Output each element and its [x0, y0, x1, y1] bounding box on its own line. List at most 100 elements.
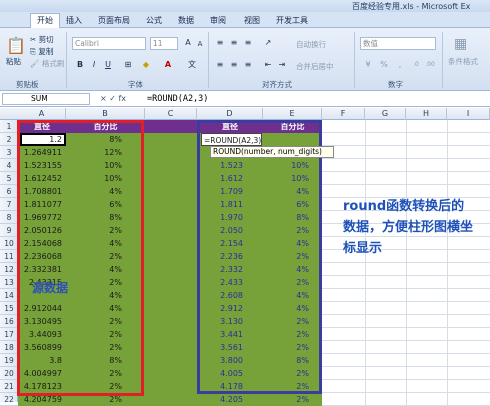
percent-icon[interactable]: %: [378, 59, 390, 71]
copy-button[interactable]: ⎘ 复制: [30, 46, 53, 57]
row-header-22[interactable]: 22: [0, 393, 18, 406]
row-header-7[interactable]: 7: [0, 198, 18, 211]
tab-insert[interactable]: 插入: [66, 14, 82, 28]
increase-indent-icon[interactable]: ⇥: [276, 59, 288, 71]
increase-decimal-icon[interactable]: .0: [410, 59, 422, 71]
font-group-label: 字体: [128, 80, 143, 89]
column-header-d[interactable]: D: [197, 108, 263, 120]
conditional-format-button[interactable]: 条件格式: [448, 56, 478, 67]
row-header-15[interactable]: 15: [0, 302, 18, 315]
row-header-18[interactable]: 18: [0, 341, 18, 354]
row-header-14[interactable]: 14: [0, 289, 18, 302]
row-header-17[interactable]: 17: [0, 328, 18, 341]
fill-color-icon[interactable]: ◆: [140, 59, 152, 71]
row-header-1[interactable]: 1: [0, 120, 18, 133]
tab-view[interactable]: 视图: [244, 14, 260, 28]
currency-icon[interactable]: ¥: [362, 59, 374, 71]
grow-font-icon[interactable]: A: [182, 37, 194, 49]
name-box[interactable]: SUM: [2, 93, 90, 105]
separator: [354, 32, 355, 88]
column-header-i[interactable]: I: [447, 108, 490, 120]
number-format-select[interactable]: 数值: [360, 37, 436, 50]
merge-center-button[interactable]: 合并后居中: [296, 61, 334, 72]
shrink-font-icon[interactable]: A: [194, 38, 206, 50]
wrap-text-button[interactable]: 自动换行: [296, 39, 326, 50]
font-size-select[interactable]: 11: [150, 37, 178, 50]
orientation-icon[interactable]: ↗: [262, 37, 274, 49]
column-header-h[interactable]: H: [406, 108, 447, 120]
row-header-12[interactable]: 12: [0, 263, 18, 276]
column-header-g[interactable]: G: [365, 108, 406, 120]
row-header-16[interactable]: 16: [0, 315, 18, 328]
row-header-9[interactable]: 9: [0, 224, 18, 237]
tab-developer[interactable]: 开发工具: [276, 14, 308, 28]
decrease-indent-icon[interactable]: ⇤: [262, 59, 274, 71]
row-header-6[interactable]: 6: [0, 185, 18, 198]
border-icon[interactable]: ⊞: [122, 59, 134, 71]
column-headers: ABCDEFGHI: [0, 108, 490, 120]
title-bar: 百度经验专用.xls - Microsoft Ex: [0, 0, 490, 12]
tab-page-layout[interactable]: 页面布局: [98, 14, 130, 28]
ribbon-tabs: 开始 插入 页面布局 公式 数据 审阅 视图 开发工具: [0, 12, 490, 28]
column-header-f[interactable]: F: [322, 108, 365, 120]
number-group-label: 数字: [388, 80, 403, 89]
row-header-10[interactable]: 10: [0, 237, 18, 250]
formula-buttons[interactable]: × ✓ fx: [100, 94, 126, 103]
row-headers: 1 2 3 4 5 6 7 8 9 10 11 12 13 14 15 16 17 18 19 20 21 22: [0, 120, 18, 406]
comma-icon[interactable]: ,: [394, 59, 406, 71]
align-left-icon[interactable]: ≡: [214, 59, 226, 71]
italic-button[interactable]: I: [88, 59, 100, 71]
cell-d22[interactable]: 4.205: [197, 393, 243, 406]
conditional-format-icon[interactable]: ▦: [454, 36, 467, 52]
tab-home[interactable]: 开始: [30, 13, 60, 28]
align-right-icon[interactable]: ≡: [242, 59, 254, 71]
tab-data[interactable]: 数据: [178, 14, 194, 28]
tab-formulas[interactable]: 公式: [146, 14, 162, 28]
function-tooltip: ROUND(number, num_digits): [210, 146, 334, 158]
cut-label: 剪切: [38, 35, 54, 44]
column-header-a[interactable]: A: [18, 108, 66, 120]
align-bottom-icon[interactable]: ≡: [242, 37, 254, 49]
row-header-4[interactable]: 4: [0, 159, 18, 172]
paste-button[interactable]: 粘贴: [6, 56, 21, 67]
row-header-19[interactable]: 19: [0, 354, 18, 367]
font-color-icon[interactable]: A: [162, 59, 174, 71]
row-header-20[interactable]: 20: [0, 367, 18, 380]
tab-review[interactable]: 审阅: [210, 14, 226, 28]
window-title: 百度经验专用.xls - Microsoft Ex: [352, 2, 471, 11]
cut-button[interactable]: ✂ 剪切: [30, 34, 54, 45]
row-header-11[interactable]: 11: [0, 250, 18, 263]
separator: [442, 32, 443, 88]
decrease-decimal-icon[interactable]: .00: [424, 59, 436, 71]
copy-icon: ⎘: [30, 47, 36, 56]
underline-button[interactable]: U: [102, 59, 114, 71]
column-header-c[interactable]: C: [145, 108, 197, 120]
cut-icon: ✂: [30, 35, 37, 44]
clipboard-group-label: 剪贴板: [16, 80, 39, 89]
cell-e22[interactable]: 2%: [263, 393, 309, 406]
row-header-2[interactable]: 2: [0, 133, 18, 146]
gridline: [406, 120, 407, 406]
column-header-b[interactable]: B: [66, 108, 145, 120]
paste-icon[interactable]: 📋: [6, 36, 26, 55]
align-center-icon[interactable]: ≡: [228, 59, 240, 71]
rounded-data-highlight: [197, 120, 322, 394]
separator: [66, 32, 67, 88]
bold-button[interactable]: B: [74, 59, 86, 71]
row-header-21[interactable]: 21: [0, 380, 18, 393]
font-name-select[interactable]: Calibri: [72, 37, 146, 50]
gridline: [447, 120, 448, 406]
formula-input[interactable]: =ROUND(A2,3): [147, 93, 208, 105]
format-painter-button[interactable]: 🖌 格式刷: [30, 58, 64, 69]
row-header-13[interactable]: 13: [0, 276, 18, 289]
row-header-8[interactable]: 8: [0, 211, 18, 224]
phonetic-icon[interactable]: 文: [186, 59, 198, 71]
row-header-3[interactable]: 3: [0, 146, 18, 159]
gridline: [365, 120, 366, 406]
brush-icon: 🖌: [30, 59, 40, 68]
align-top-icon[interactable]: ≡: [214, 37, 226, 49]
row-header-5[interactable]: 5: [0, 172, 18, 185]
source-data-label: 源数据: [32, 281, 69, 295]
column-header-e[interactable]: E: [263, 108, 322, 120]
align-middle-icon[interactable]: ≡: [228, 37, 240, 49]
